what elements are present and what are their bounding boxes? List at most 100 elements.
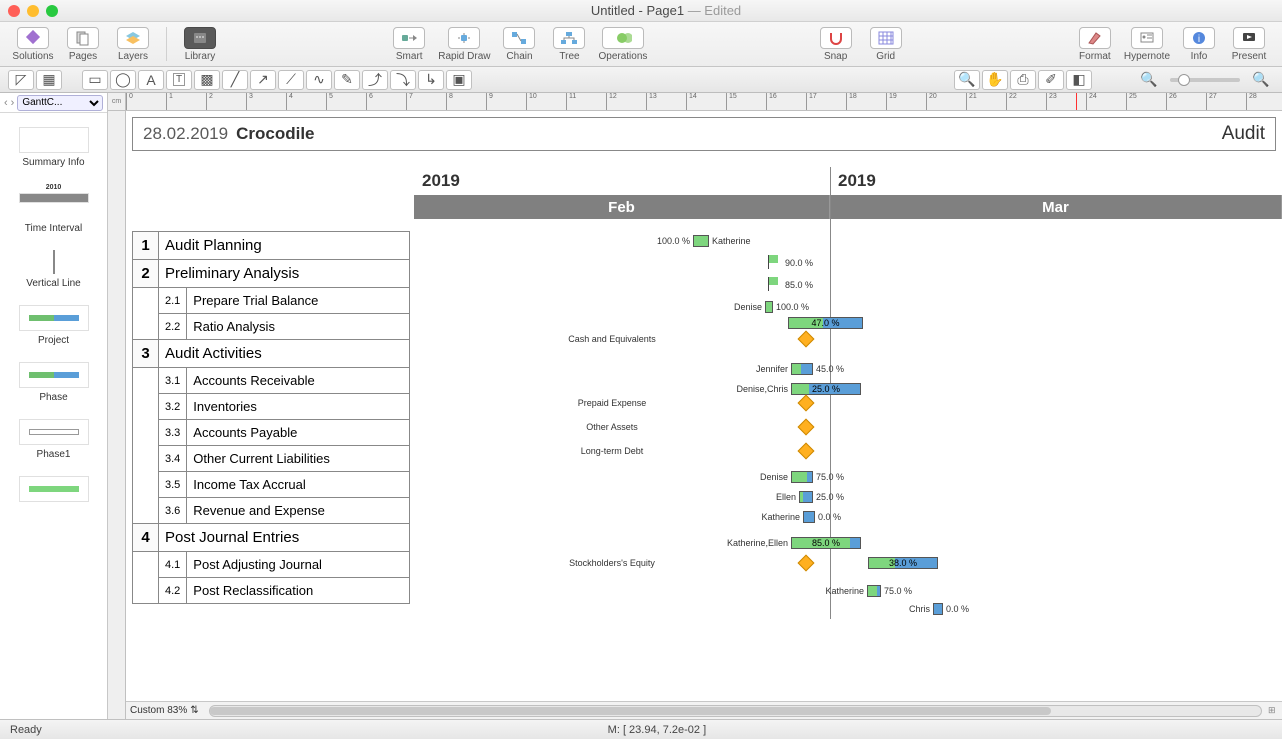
gantt-bar[interactable]: 90.0 % (414, 253, 813, 273)
gantt-bar[interactable]: Long-term Debt (414, 441, 812, 461)
spline-tool[interactable]: ∿ (306, 70, 332, 90)
close-icon[interactable] (8, 5, 20, 17)
chain-button[interactable]: Chain (498, 27, 540, 62)
crop-tool[interactable]: ⎙ (1010, 70, 1036, 90)
connector3-tool[interactable]: ↳ (418, 70, 444, 90)
minimize-icon[interactable] (27, 5, 39, 17)
sidebar-item-vertical-line[interactable]: Vertical Line (0, 242, 107, 297)
gantt-bar[interactable]: 85.0 % (414, 275, 813, 295)
sidebar-item-summary[interactable]: Summary Info (0, 119, 107, 176)
status-coords: M: [ 23.94, 7.2e-02 ] (42, 724, 1272, 736)
maximize-icon[interactable] (46, 5, 58, 17)
task-row[interactable]: 3Audit Activities (133, 340, 410, 368)
gantt-bar[interactable]: Katherine,Ellen85.0 % (414, 533, 861, 553)
operations-button[interactable]: Operations (598, 27, 647, 62)
pages-button[interactable]: Pages (62, 27, 104, 62)
gantt-bar[interactable]: Katherine75.0 % (414, 581, 912, 601)
sidebar-item-phase[interactable]: Phase (0, 354, 107, 411)
format-button[interactable]: Format (1074, 27, 1116, 62)
chart-column: 2019 2019 Feb Mar 100.0 %Katherine90.0 %… (414, 167, 1282, 701)
task-table: 1Audit Planning2Preliminary Analysis2.1P… (132, 231, 410, 604)
zoom-out-icon[interactable]: 🔍 (1136, 70, 1162, 90)
rectangle-tool[interactable]: ▭ (82, 70, 108, 90)
sidebar-item-extra[interactable] (0, 468, 107, 514)
gantt-bar[interactable]: 38.0 % (868, 553, 938, 573)
task-row[interactable]: 1Audit Planning (133, 232, 410, 260)
task-row[interactable]: 3.2Inventories (133, 394, 410, 420)
sidebar-item-project[interactable]: Project (0, 297, 107, 354)
gantt-bar[interactable]: 100.0 %Katherine (414, 231, 751, 251)
hypernote-button[interactable]: Hypernote (1124, 27, 1170, 62)
sidebar-item-2010[interactable]: 2010 (0, 176, 107, 215)
tree-button[interactable]: Tree (548, 27, 590, 62)
text-tool[interactable]: A (138, 70, 164, 90)
curve-tool[interactable]: ⟋ (278, 70, 304, 90)
gantt-bar[interactable]: Prepaid Expense (414, 393, 812, 413)
sidebar-item-time-interval[interactable]: Time Interval (0, 215, 107, 242)
callout-tool[interactable]: ▩ (194, 70, 220, 90)
hand-tool[interactable]: ✋ (982, 70, 1008, 90)
task-row[interactable]: 2Preliminary Analysis (133, 260, 410, 288)
task-row[interactable]: 3.4Other Current Liabilities (133, 446, 410, 472)
gantt-chart: 1Audit Planning2Preliminary Analysis2.1P… (132, 167, 1282, 701)
status-ready: Ready (10, 724, 42, 736)
milestone-icon (798, 395, 815, 412)
smart-button[interactable]: Smart (388, 27, 430, 62)
gantt-bar[interactable]: Katherine0.0 % (414, 507, 841, 527)
horizontal-scrollbar[interactable] (209, 705, 1262, 717)
task-row[interactable]: 3.6Revenue and Expense (133, 498, 410, 524)
grid-toggle-icon[interactable]: ⊞ (1268, 705, 1282, 716)
title-text: Untitled - Page1 (591, 3, 684, 18)
connector1-tool[interactable]: ⤴ (362, 70, 388, 90)
zoom-slider[interactable] (1170, 78, 1240, 82)
marquee-tool[interactable]: ▦ (36, 70, 62, 90)
nav-forward-icon[interactable]: › (11, 97, 15, 109)
gantt-bar[interactable]: Chris0.0 % (414, 599, 969, 619)
gantt-bar[interactable]: Other Assets (414, 417, 812, 437)
solutions-button[interactable]: Solutions (12, 27, 54, 62)
info-button[interactable]: iInfo (1178, 27, 1220, 62)
zoom-tool[interactable]: 🔍 (954, 70, 980, 90)
task-row[interactable]: 3.1Accounts Receivable (133, 368, 410, 394)
library-items: Summary Info 2010 Time Interval Vertical… (0, 113, 107, 719)
sidebar-item-phase1[interactable]: Phase1 (0, 411, 107, 468)
layers-button[interactable]: Layers (112, 27, 154, 62)
document-canvas[interactable]: 28.02.2019 Crocodile Audit 1Audit Planni… (126, 111, 1282, 701)
task-row[interactable]: 4Post Journal Entries (133, 524, 410, 552)
arrow-tool[interactable]: ↗ (250, 70, 276, 90)
task-row[interactable]: 2.2Ratio Analysis (133, 314, 410, 340)
nav-back-icon[interactable]: ‹ (4, 97, 8, 109)
gantt-bar[interactable]: Denise75.0 % (414, 467, 844, 487)
eraser-tool[interactable]: ◧ (1066, 70, 1092, 90)
task-row[interactable]: 2.1Prepare Trial Balance (133, 288, 410, 314)
textbox-tool[interactable]: T (166, 70, 192, 90)
gantt-bar[interactable]: Ellen25.0 % (414, 487, 844, 507)
milestone-icon (798, 555, 815, 572)
stamp-tool[interactable]: ▣ (446, 70, 472, 90)
svg-text:i: i (1198, 34, 1200, 45)
pointer-tool[interactable]: ◸ (8, 70, 34, 90)
zoom-in-icon[interactable]: 🔍 (1248, 70, 1274, 90)
task-row[interactable]: 4.1Post Adjusting Journal (133, 552, 410, 578)
main-toolbar: Solutions Pages Layers Library Smart Rap… (0, 22, 1282, 67)
zoom-select[interactable]: Custom 83%⇅ (126, 705, 203, 716)
ellipse-tool[interactable]: ◯ (110, 70, 136, 90)
gantt-bar[interactable]: Stockholders's Equity (414, 553, 812, 573)
line-tool[interactable]: ╱ (222, 70, 248, 90)
library-sidebar: ‹ › GanttC... Summary Info 2010 Time Int… (0, 93, 108, 719)
gantt-bar[interactable]: Jennifer45.0 % (414, 359, 844, 379)
grid-button[interactable]: Grid (865, 27, 907, 62)
library-button[interactable]: Library (179, 27, 221, 62)
rapid-draw-button[interactable]: Rapid Draw (438, 27, 490, 62)
eyedropper-tool[interactable]: ✐ (1038, 70, 1064, 90)
ruler-corner: cm (108, 93, 126, 111)
snap-button[interactable]: Snap (815, 27, 857, 62)
task-row[interactable]: 3.5Income Tax Accrual (133, 472, 410, 498)
connector2-tool[interactable]: ⤵ (390, 70, 416, 90)
task-row[interactable]: 3.3Accounts Payable (133, 420, 410, 446)
pen-tool[interactable]: ✎ (334, 70, 360, 90)
library-dropdown[interactable]: GanttC... (17, 95, 103, 111)
gantt-bar[interactable]: Cash and Equivalents (414, 329, 812, 349)
present-button[interactable]: Present (1228, 27, 1270, 62)
task-row[interactable]: 4.2Post Reclassification (133, 578, 410, 604)
